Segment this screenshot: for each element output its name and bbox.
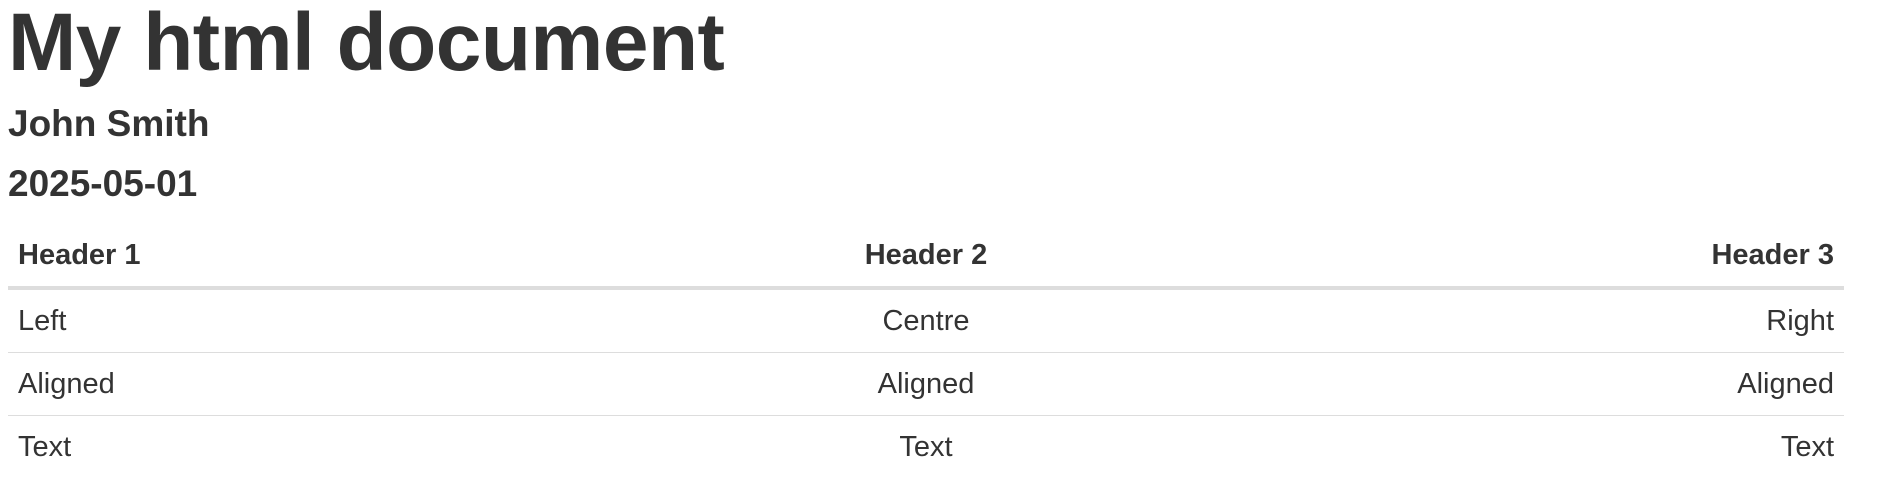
table-cell: Text [620, 416, 1232, 478]
document-date: 2025-05-01 [8, 164, 197, 204]
table-header-row: Header 1 Header 2 Header 3 [8, 232, 1844, 288]
table-row: Aligned Aligned Aligned [8, 353, 1844, 416]
table-row: Text Text Text [8, 416, 1844, 478]
document-author: John Smith [8, 104, 209, 144]
table-header-cell: Header 1 [8, 232, 620, 288]
table-cell: Text [8, 416, 620, 478]
table-header-cell: Header 2 [620, 232, 1232, 288]
document-body: My html document John Smith 2025-05-01 H… [8, 0, 1844, 86]
table-cell: Right [1232, 288, 1844, 353]
table-row: Left Centre Right [8, 288, 1844, 353]
table-cell: Aligned [1232, 353, 1844, 416]
document-title: My html document [8, 0, 1844, 86]
table-cell: Aligned [620, 353, 1232, 416]
table-header-cell: Header 3 [1232, 232, 1844, 288]
table-cell: Aligned [8, 353, 620, 416]
alignment-table: Header 1 Header 2 Header 3 Left Centre R… [8, 232, 1844, 478]
table-cell: Left [8, 288, 620, 353]
table-cell: Text [1232, 416, 1844, 478]
table-cell: Centre [620, 288, 1232, 353]
